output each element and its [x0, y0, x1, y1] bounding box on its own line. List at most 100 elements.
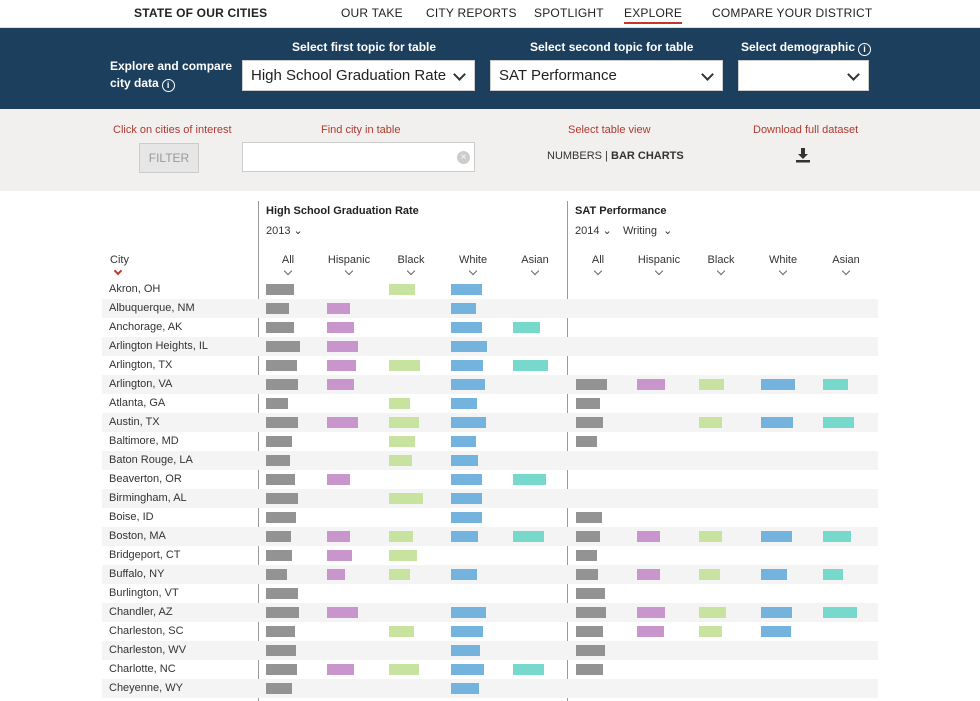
table-row[interactable]: Burlington, VT — [102, 584, 878, 603]
chevron-down-icon: ⌄ — [602, 225, 612, 237]
sat-col-header-asian[interactable]: Asian — [816, 254, 876, 276]
table-row[interactable]: Baltimore, MD — [102, 432, 878, 451]
table-row[interactable]: Cheyenne, WY — [102, 679, 878, 698]
view-bar-charts-option[interactable]: BAR CHARTS — [611, 150, 684, 162]
group2-year-select[interactable]: 2014 ⌄ — [575, 224, 612, 237]
group1-year-select[interactable]: 2013 ⌄ — [266, 224, 303, 237]
city-name[interactable]: Birmingham, AL — [109, 492, 187, 504]
table-row[interactable]: Charlotte, NC — [102, 660, 878, 679]
clear-icon[interactable]: × — [457, 151, 470, 164]
city-name[interactable]: Charlotte, NC — [109, 663, 176, 675]
city-name[interactable]: Austin, TX — [109, 416, 160, 428]
download-icon[interactable] — [795, 147, 811, 163]
table-row[interactable]: Boston, MA — [102, 527, 878, 546]
grad-bar-black — [389, 626, 414, 637]
info-icon[interactable]: i — [858, 43, 872, 56]
grad-col-header-black[interactable]: Black — [381, 254, 441, 276]
city-name[interactable]: Chandler, AZ — [109, 606, 173, 618]
sat-bar-white — [761, 417, 793, 428]
sat-bar-all — [576, 398, 600, 409]
grad-bar-white — [451, 379, 485, 390]
group2-subject-select[interactable]: Writing ⌄ — [623, 224, 672, 237]
table-row[interactable]: Arlington, VA — [102, 375, 878, 394]
find-city-input[interactable] — [242, 142, 475, 172]
city-column-header[interactable]: City — [110, 254, 129, 276]
table-row[interactable]: Akron, OH — [102, 280, 878, 299]
city-name[interactable]: Charleston, WV — [109, 644, 186, 656]
table-row[interactable]: Albuquerque, NM — [102, 299, 878, 318]
grad-bar-all — [266, 607, 299, 618]
click-cities-label: Click on cities of interest — [113, 124, 232, 136]
filter-button[interactable]: FILTER — [139, 143, 199, 173]
city-name[interactable]: Arlington Heights, IL — [109, 340, 208, 352]
city-name[interactable]: Baltimore, MD — [109, 435, 179, 447]
sat-bar-all — [576, 417, 603, 428]
table-row[interactable]: Boise, ID — [102, 508, 878, 527]
sat-bar-white — [761, 569, 787, 580]
city-name[interactable]: Baton Rouge, LA — [109, 454, 193, 466]
grad-bar-white — [451, 284, 482, 295]
sat-col-header-white[interactable]: White — [753, 254, 813, 276]
first-topic-select[interactable]: High School Graduation Rate — [242, 60, 475, 91]
table-row[interactable]: Baton Rouge, LA — [102, 451, 878, 470]
table-row[interactable]: Beaverton, OR — [102, 470, 878, 489]
table-row[interactable]: Charleston, SC — [102, 622, 878, 641]
sort-arrow-icon — [113, 266, 123, 276]
table-row[interactable]: Anchorage, AK — [102, 318, 878, 337]
city-name[interactable]: Akron, OH — [109, 283, 160, 295]
sat-bar-asian — [823, 569, 843, 580]
city-name[interactable]: Charleston, SC — [109, 625, 184, 637]
city-name[interactable]: Atlanta, GA — [109, 397, 165, 409]
city-name[interactable]: Arlington, TX — [109, 359, 172, 371]
grad-col-header-asian[interactable]: Asian — [505, 254, 565, 276]
city-name[interactable]: Boston, MA — [109, 530, 166, 542]
nav-compare-district[interactable]: COMPARE YOUR DISTRICT — [712, 6, 872, 20]
city-name[interactable]: Bridgeport, CT — [109, 549, 181, 561]
grad-col-header-all[interactable]: All — [258, 254, 318, 276]
sort-arrow-icon — [283, 266, 293, 276]
info-icon[interactable]: i — [161, 79, 175, 92]
table-row[interactable]: Charleston, WV — [102, 641, 878, 660]
grad-bar-all — [266, 474, 295, 485]
city-name[interactable]: Albuquerque, NM — [109, 302, 195, 314]
grad-bar-all — [266, 569, 287, 580]
grad-bar-white — [451, 341, 487, 352]
sat-col-header-hispanic[interactable]: Hispanic — [629, 254, 689, 276]
table-row[interactable]: Chandler, AZ — [102, 603, 878, 622]
view-numbers-option[interactable]: NUMBERS — [547, 150, 602, 162]
sat-col-header-black[interactable]: Black — [691, 254, 751, 276]
nav-spotlight[interactable]: SPOTLIGHT — [534, 6, 604, 20]
city-name[interactable]: Boise, ID — [109, 511, 154, 523]
grad-bar-black — [389, 569, 410, 580]
intro-text: Explore and compare city data i — [110, 59, 233, 92]
nav-our-take[interactable]: OUR TAKE — [341, 6, 403, 20]
grad-bar-hispanic — [327, 607, 358, 618]
second-topic-select[interactable]: SAT Performance — [490, 60, 723, 91]
table-row[interactable]: Atlanta, GA — [102, 394, 878, 413]
city-name[interactable]: Anchorage, AK — [109, 321, 182, 333]
grad-bar-all — [266, 303, 289, 314]
city-name[interactable]: Cheyenne, WY — [109, 682, 183, 694]
table-row[interactable]: Bridgeport, CT — [102, 546, 878, 565]
grad-bar-hispanic — [327, 531, 350, 542]
sat-col-header-all[interactable]: All — [568, 254, 628, 276]
grad-bar-black — [389, 417, 419, 428]
city-name[interactable]: Buffalo, NY — [109, 568, 164, 580]
city-name[interactable]: Burlington, VT — [109, 587, 179, 599]
nav-city-reports[interactable]: CITY REPORTS — [426, 6, 517, 20]
table-row[interactable]: Austin, TX — [102, 413, 878, 432]
table-row[interactable]: Birmingham, AL — [102, 489, 878, 508]
nav-explore[interactable]: EXPLORE — [624, 6, 683, 24]
city-name[interactable]: Beaverton, OR — [109, 473, 182, 485]
grad-col-header-white[interactable]: White — [443, 254, 503, 276]
grad-col-header-hispanic[interactable]: Hispanic — [319, 254, 379, 276]
brand-logo-text[interactable]: STATE OF OUR CITIES — [134, 6, 267, 20]
sat-bar-hispanic — [637, 626, 664, 637]
table-row[interactable]: Arlington Heights, IL — [102, 337, 878, 356]
second-topic-value: SAT Performance — [499, 67, 617, 84]
table-row[interactable]: Arlington, TX — [102, 356, 878, 375]
table-row[interactable]: Buffalo, NY — [102, 565, 878, 584]
city-name[interactable]: Arlington, VA — [109, 378, 172, 390]
grad-bar-black — [389, 531, 413, 542]
demographic-select[interactable] — [738, 60, 869, 91]
